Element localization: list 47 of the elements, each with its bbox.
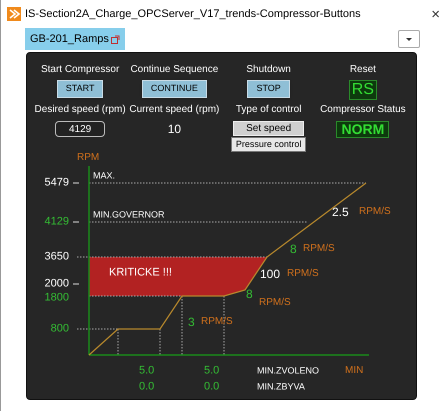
level-label: 2000 — [44, 278, 69, 290]
rate-value: 8 — [246, 288, 253, 300]
level-label: 5479 — [44, 178, 69, 188]
close-button[interactable]: × — [431, 6, 440, 22]
command-button[interactable]: START — [56, 80, 104, 98]
readout-label: Current speed (rpm) — [129, 103, 220, 117]
tab[interactable]: GB-201_Ramps — [25, 28, 125, 50]
level-label: 800 — [50, 324, 69, 334]
level-label: 3650 — [44, 252, 69, 262]
control-label: Start Compressor — [40, 63, 120, 77]
rate-unit: RPM/S — [303, 244, 335, 254]
zone-label: KRITICKE !!! — [109, 268, 172, 278]
control-label: Shutdown — [246, 63, 291, 77]
level-name: MAX. — [93, 172, 116, 180]
control-option[interactable]: Set speed — [233, 121, 304, 136]
duration-left: 0.0 — [139, 382, 154, 392]
row-label: MIN.ZVOLENO — [257, 366, 320, 376]
rate-value: 2.5 — [332, 206, 349, 218]
control-label: Reset — [350, 63, 376, 77]
axis-unit: MIN — [345, 366, 364, 376]
rate-value: 8 — [290, 243, 297, 255]
duration-set: 5.0 — [204, 366, 220, 376]
readout-label: Compressor Status — [320, 103, 406, 117]
command-button[interactable]: STOP — [247, 80, 290, 98]
level-label: 4129 — [44, 216, 69, 228]
rate-unit: RPM/S — [287, 269, 319, 279]
speed-value: 10 — [168, 121, 182, 137]
rate-value: 3 — [188, 316, 195, 328]
speed-field[interactable]: 4129 — [55, 121, 106, 137]
control-option[interactable]: Pressure control — [230, 137, 306, 152]
rate-value: 100 — [260, 268, 280, 280]
reset-indicator[interactable]: RS — [348, 80, 377, 100]
row-label: MIN.ZBYVA — [257, 382, 305, 392]
duration-left: 0.0 — [204, 382, 220, 392]
readout-label: Type of control — [236, 103, 302, 117]
rate-unit: RPM/S — [359, 207, 391, 217]
rate-unit: RPM/S — [259, 298, 291, 308]
level-label: 1800 — [44, 292, 69, 304]
command-button[interactable]: CONTINUE — [142, 80, 207, 98]
axis-unit: RPM — [77, 153, 100, 163]
rate-unit: RPM/S — [201, 317, 233, 327]
status-indicator: NORM — [336, 121, 390, 138]
duration-set: 5.0 — [139, 366, 154, 376]
readout-label: Desired speed (rpm) — [34, 103, 126, 117]
window-title: IS-Section2A_Charge_OPCServer_V17_trends-Compressor-Buttons — [25, 6, 361, 22]
level-name: MIN.GOVERNOR — [93, 210, 165, 220]
control-label: Continue Sequence — [130, 63, 218, 77]
